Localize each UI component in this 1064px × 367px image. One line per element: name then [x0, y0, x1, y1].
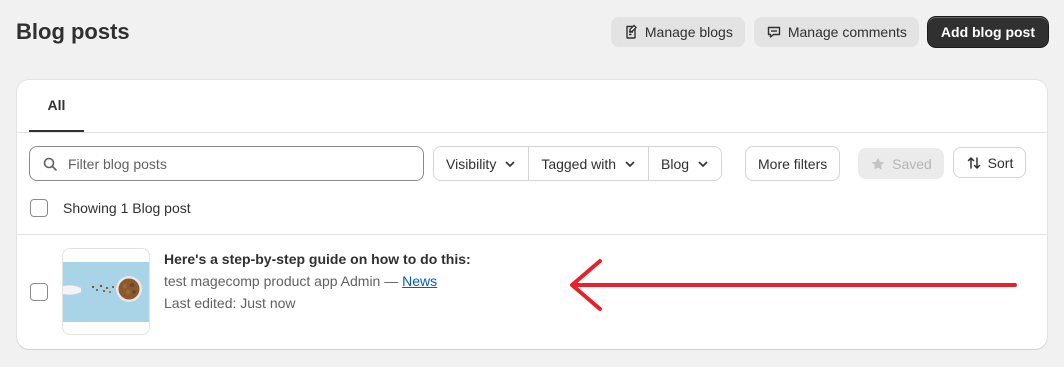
filter-group: Visibility Tagged with Blog [433, 146, 723, 181]
sort-label: Sort [987, 154, 1014, 171]
post-thumbnail[interactable] [62, 248, 150, 335]
post-blog-link[interactable]: News [402, 273, 437, 289]
showing-count-label: Showing 1 Blog post [63, 200, 191, 216]
chevron-down-icon [624, 158, 636, 170]
tagged-with-filter-button[interactable]: Tagged with [529, 147, 650, 180]
search-icon [42, 156, 58, 172]
post-last-edited: Last edited: Just now [164, 295, 296, 311]
saved-label: Saved [892, 155, 932, 172]
add-blog-post-button[interactable]: Add blog post [927, 17, 1048, 47]
tab-divider [17, 132, 1047, 133]
post-title[interactable]: Here's a step-by-step guide on how to do… [164, 251, 471, 267]
blog-filter-label: Blog [661, 155, 690, 172]
post-meta: test magecomp product app Admin — News [164, 273, 437, 289]
manage-comments-label: Manage comments [787, 24, 907, 40]
annotation-arrow-icon [570, 259, 1017, 311]
post-author: test magecomp product app Admin — [164, 273, 403, 289]
edit-document-icon [623, 24, 639, 40]
visibility-filter-label: Visibility [446, 155, 497, 172]
chevron-down-icon [504, 158, 516, 170]
food-bowl-thumbnail [63, 261, 149, 322]
page-title: Blog posts [16, 19, 130, 44]
row-divider [17, 234, 1047, 235]
search-field[interactable] [29, 146, 424, 181]
saved-button[interactable]: Saved [858, 148, 944, 179]
header-actions: Manage blogs Manage comments Add blog po… [610, 17, 1048, 47]
sort-button[interactable]: Sort [953, 147, 1026, 178]
star-icon [870, 156, 886, 172]
manage-comments-button[interactable]: Manage comments [753, 17, 919, 47]
chevron-down-icon [697, 158, 709, 170]
visibility-filter-button[interactable]: Visibility [434, 147, 530, 180]
manage-blogs-label: Manage blogs [644, 24, 733, 40]
manage-blogs-button[interactable]: Manage blogs [610, 17, 745, 47]
select-all-checkbox[interactable] [30, 199, 48, 217]
chat-bubble-icon [766, 24, 782, 40]
blog-filter-button[interactable]: Blog [649, 147, 722, 180]
tagged-with-filter-label: Tagged with [541, 155, 617, 172]
search-input[interactable] [68, 155, 388, 172]
tab-all[interactable]: All [29, 80, 84, 132]
post-row-checkbox[interactable] [30, 283, 48, 301]
sort-arrows-icon [966, 155, 982, 171]
more-filters-button[interactable]: More filters [745, 146, 841, 181]
